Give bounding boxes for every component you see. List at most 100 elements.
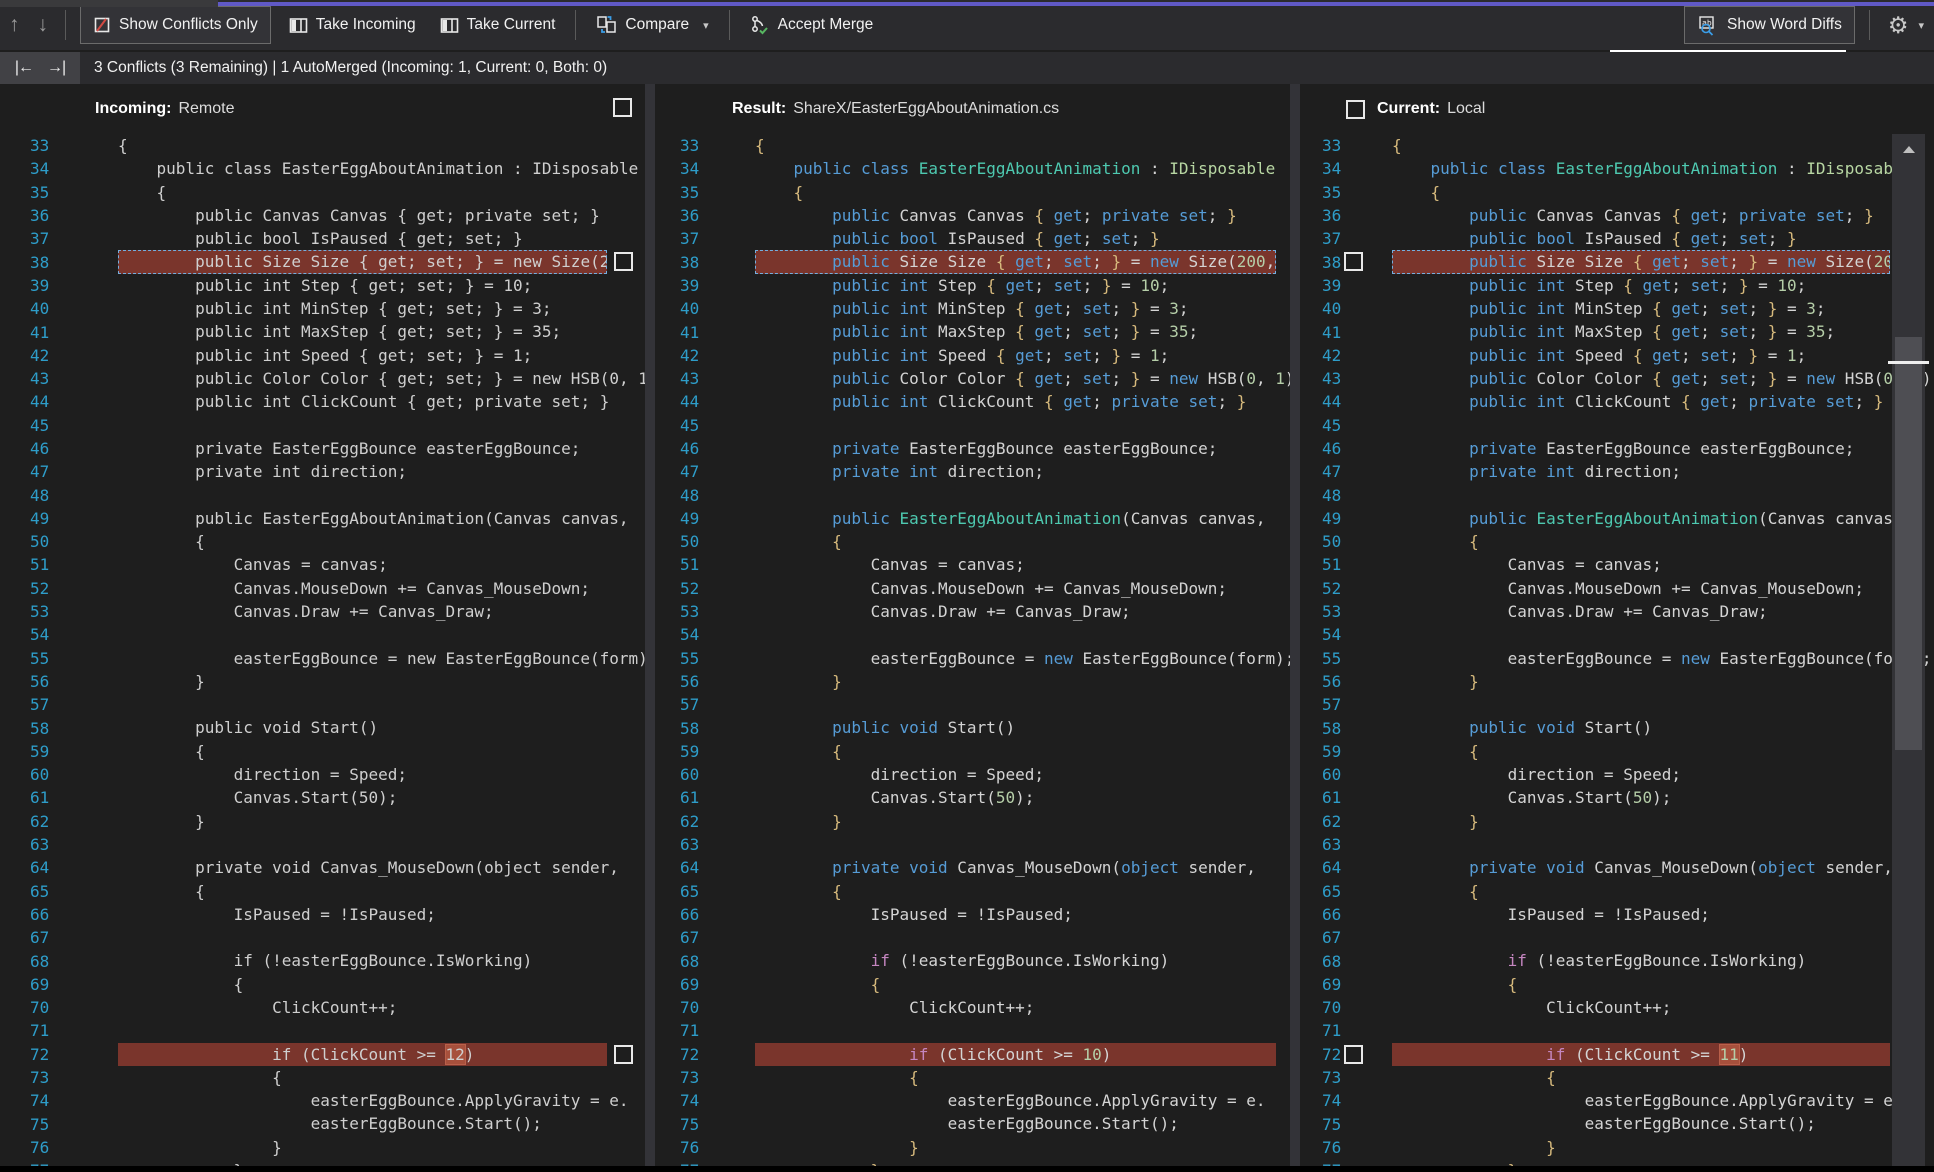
go-last-conflict-button[interactable]: →|: [47, 59, 66, 77]
code-area[interactable]: 33 {34 public class EasterEggAboutAnimati…: [655, 134, 1290, 1166]
code-token: Canvas.MouseDown += Canvas_MouseDown;: [118, 578, 591, 598]
line-gutter: 68: [0, 949, 118, 972]
go-first-conflict-button[interactable]: |←: [15, 59, 34, 77]
code-line: Canvas.Start(50);: [118, 786, 645, 809]
code-token: {: [793, 182, 804, 202]
line-number: 44: [1322, 392, 1342, 412]
line-number: 51: [1322, 555, 1342, 575]
line-number: 55: [680, 648, 700, 668]
code-line: {: [118, 880, 645, 903]
code-token: new: [532, 368, 562, 388]
pane-header-result: Result: ShareX/EasterEggAboutAnimation.cs: [655, 84, 1290, 134]
code-token: :: [1140, 159, 1170, 179]
code-line: public int MaxStep { get; set; } = 35;: [755, 320, 1290, 343]
code-row: 64 private void Canvas_MouseDown(object …: [1300, 856, 1934, 879]
code-token: }: [1748, 345, 1759, 365]
code-token: Step: [1565, 275, 1624, 295]
show-conflicts-only-button[interactable]: Show Conflicts Only: [80, 6, 271, 44]
line-number: 36: [680, 206, 700, 226]
next-conflict-button[interactable]: ↓: [29, 13, 58, 37]
line-number: 54: [30, 625, 50, 645]
code-token: }: [493, 368, 504, 388]
code-token: ;: [1719, 275, 1739, 295]
code-area[interactable]: 33 {34 public class EasterEggAboutAnimati…: [0, 134, 645, 1166]
conflict-checkbox[interactable]: [614, 252, 633, 272]
code-row: 58 public void Start(): [655, 716, 1290, 739]
code-line: Canvas = canvas;: [1392, 553, 1934, 576]
code-line: Canvas.MouseDown += Canvas_MouseDown;: [755, 577, 1290, 600]
code-token: object: [484, 858, 542, 878]
pane-checkbox[interactable]: [613, 98, 632, 117]
code-row: 33 {: [0, 134, 645, 157]
pane-current: Current: Local 33 {34 public class EasterEg…: [1300, 84, 1934, 1166]
conflict-line: if (ClickCount >= 11): [1392, 1042, 1890, 1066]
code-area[interactable]: 33 {34 public class EasterEggAboutAnimati…: [1300, 134, 1934, 1166]
line-gutter: 60: [655, 763, 755, 786]
code-token: set: [541, 205, 571, 225]
code-row: 67: [0, 926, 645, 949]
pane-checkbox[interactable]: [1346, 99, 1365, 119]
line-gutter: 66: [1300, 903, 1392, 926]
code-token: ,: [1265, 252, 1276, 272]
code-token: get: [368, 275, 398, 295]
code-token: }: [1111, 345, 1122, 365]
vertical-scrollbar[interactable]: [1888, 134, 1929, 1166]
take-incoming-button[interactable]: Take Incoming: [277, 7, 428, 43]
take-current-icon: [440, 17, 459, 34]
toolbar-separator: [575, 10, 577, 40]
code-token: public: [832, 392, 890, 412]
code-token: ;: [1082, 205, 1102, 225]
code-token: ;: [1130, 229, 1150, 249]
take-current-button[interactable]: Take Current: [428, 7, 568, 43]
code-row: 48: [655, 483, 1290, 506]
line-number: 52: [30, 578, 50, 598]
code-token: {: [1015, 368, 1025, 388]
code-line: {: [755, 1066, 1290, 1089]
code-token: 35: [532, 322, 552, 342]
gear-icon[interactable]: ⚙: [1878, 12, 1913, 39]
code-token: private: [1469, 438, 1537, 458]
conflict-checkbox[interactable]: [614, 1044, 633, 1064]
compare-button[interactable]: Compare ▾: [584, 7, 720, 43]
code-token: {: [1652, 322, 1662, 342]
line-gutter: 38: [1300, 250, 1392, 273]
line-number: 57: [1322, 695, 1342, 715]
previous-conflict-button[interactable]: ↑: [0, 13, 29, 37]
code-token: }: [599, 392, 610, 412]
chevron-down-icon[interactable]: ▾: [1918, 19, 1924, 32]
pane-title-label: Current:: [1377, 100, 1441, 117]
code-token: public: [1469, 299, 1527, 319]
chevron-down-icon[interactable]: ▾: [703, 19, 709, 32]
line-number: 35: [680, 182, 700, 202]
scrollbar-thumb[interactable]: [1895, 337, 1922, 750]
show-word-diffs-button[interactable]: ab Show Word Diffs: [1683, 6, 1855, 44]
code-line: }: [118, 1136, 645, 1159]
line-number: 34: [1322, 159, 1342, 179]
code-token: if: [233, 951, 253, 971]
code-token: ;: [1815, 299, 1826, 319]
code-line: Canvas.Draw += Canvas_Draw;: [755, 600, 1290, 623]
code-token: {: [1469, 881, 1479, 901]
line-number: 67: [1322, 928, 1342, 948]
accept-merge-button[interactable]: Accept Merge: [738, 7, 886, 43]
code-line: public class EasterEggAboutAnimation : I…: [755, 157, 1290, 180]
code-token: 1: [1787, 345, 1797, 365]
code-token: Canvas.Start(: [755, 788, 996, 808]
code-token: EasterEggBounce(form);: [435, 648, 645, 668]
conflict-checkbox[interactable]: [1344, 252, 1363, 272]
code-line: public int Step { get; set; } = 10;: [118, 274, 645, 297]
scrollbar-up-arrow-icon[interactable]: [1892, 140, 1925, 158]
conflict-checkbox[interactable]: [1344, 1044, 1363, 1064]
line-gutter: 63: [0, 833, 118, 856]
